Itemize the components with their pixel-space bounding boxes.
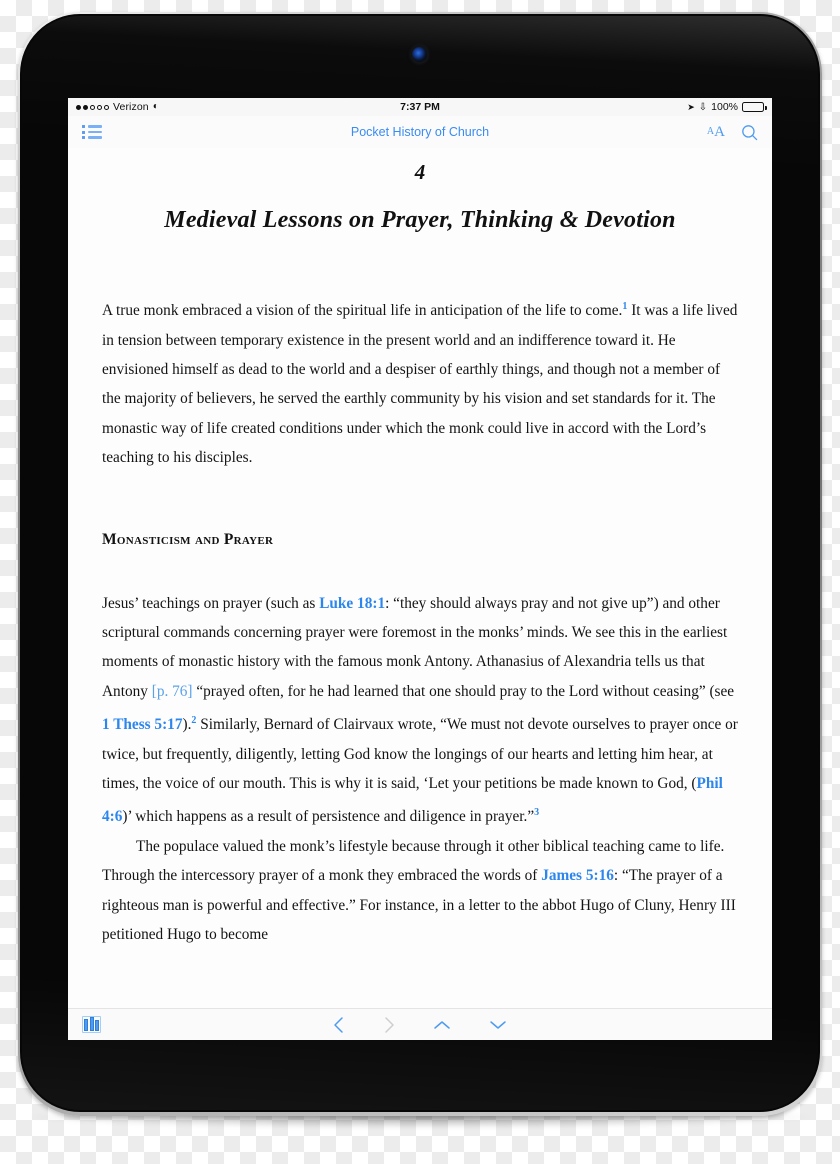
font-size-big-a: A	[714, 123, 725, 140]
paragraph-intro: A true monk embraced a vision of the spi…	[102, 292, 738, 473]
paragraph-prayer: Jesus’ teachings on prayer (such as Luke…	[102, 589, 738, 832]
reader-bottom-toolbar	[68, 1008, 772, 1040]
book-page-content: 4 Medieval Lessons on Prayer, Thinking &…	[68, 148, 772, 1040]
chevron-right-icon	[385, 1016, 394, 1033]
chevron-left-icon	[334, 1016, 343, 1033]
library-books-icon	[82, 1016, 101, 1033]
scripture-link-james[interactable]: James 5:16	[541, 867, 614, 884]
search-button[interactable]	[741, 124, 758, 141]
carrier-name: Verizon	[113, 101, 149, 113]
chapter-number: 4	[414, 160, 426, 184]
para-intro-text-1: A true monk embraced a vision of the spi…	[102, 302, 623, 320]
nav-forward-button[interactable]	[381, 1015, 397, 1035]
para-prayer-text-1: Jesus’ teachings on prayer (such as	[102, 594, 320, 612]
scripture-link-luke[interactable]: Luke 18:1	[319, 595, 385, 612]
table-of-contents-icon	[82, 125, 102, 139]
scripture-link-thess[interactable]: 1 Thess 5:17	[102, 716, 182, 733]
chapter-title: Medieval Lessons on Prayer, Thinking & D…	[164, 207, 676, 233]
reader-toolbar-right: AA	[707, 124, 758, 141]
reader-top-toolbar: Pocket History of Church AA	[68, 116, 772, 148]
wifi-icon: ◐	[152, 101, 159, 112]
book-title: Pocket History of Church	[350, 125, 490, 139]
page-navigation-controls	[68, 1015, 772, 1035]
font-size-button[interactable]: AA	[706, 123, 725, 140]
search-icon	[742, 124, 758, 140]
status-bar-clock: 7:37 PM	[400, 101, 440, 113]
chevron-up-icon	[434, 1020, 450, 1029]
nav-down-button[interactable]	[487, 1017, 509, 1033]
page-marker-76: [p. 76]	[151, 682, 193, 700]
location-arrow-icon: ➤	[687, 101, 695, 112]
nav-back-button[interactable]	[331, 1015, 347, 1035]
para-prayer-text-3: “prayed often, for he had learned that o…	[192, 682, 735, 700]
para-prayer-text-6: )’ which happens as a result of persiste…	[122, 808, 535, 826]
chevron-down-icon	[490, 1020, 506, 1029]
status-bar: Verizon ◐ 7:37 PM ➤ ⇩ 100%	[68, 98, 772, 116]
table-of-contents-button[interactable]	[82, 125, 102, 139]
footnote-ref-3[interactable]: 3	[534, 807, 539, 818]
front-camera-icon	[412, 47, 427, 62]
battery-icon	[742, 102, 767, 112]
font-size-small-a: A	[706, 126, 715, 137]
cellular-signal-icon	[76, 104, 109, 110]
paragraph-populace: The populace valued the monk’s lifestyle…	[102, 832, 738, 950]
battery-percent-label: 100%	[711, 101, 738, 113]
tablet-screen: Verizon ◐ 7:37 PM ➤ ⇩ 100% Pocket Histor…	[68, 98, 772, 1040]
para-prayer-text-5: Similarly, Bernard of Clairvaux wrote, “…	[102, 716, 738, 793]
section-heading: Monasticism and Prayer	[102, 530, 274, 548]
library-button[interactable]	[82, 1016, 101, 1033]
bluetooth-icon: ⇩	[698, 101, 708, 113]
status-bar-left: Verizon ◐	[76, 101, 159, 113]
nav-up-button[interactable]	[431, 1017, 453, 1033]
status-bar-right: ➤ ⇩ 100%	[687, 101, 767, 113]
para-intro-text-2: It was a life lived in tension between t…	[102, 302, 738, 467]
